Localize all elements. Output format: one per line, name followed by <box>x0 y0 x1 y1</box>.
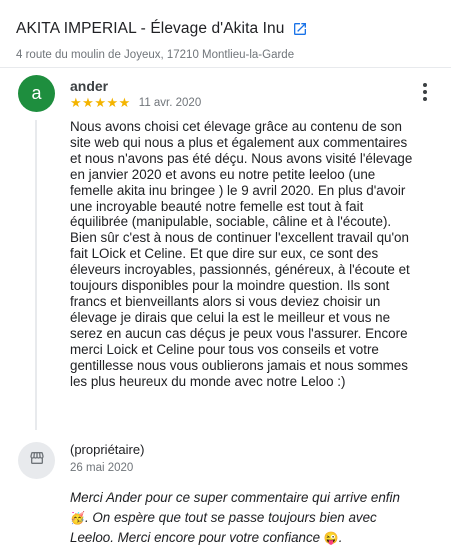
star-icon: ★ <box>70 95 82 110</box>
star-icon: ★ <box>82 95 94 110</box>
star-icon: ★ <box>118 95 131 110</box>
avatar-letter: a <box>31 83 42 103</box>
rating-row: ★ ★ ★ ★ ★ 11 avr. 2020 <box>70 96 201 109</box>
owner-reply-part1: Merci Ander pour ce super commentaire qu… <box>70 490 400 505</box>
business-title: AKITA IMPERIAL - Élevage d'Akita Inu <box>16 20 285 37</box>
owner-reply-text: Merci Ander pour ce super commentaire qu… <box>70 488 422 548</box>
star-icon: ★ <box>106 95 119 110</box>
party-face-emoji: 🥳 <box>70 511 85 525</box>
business-header: AKITA IMPERIAL - Élevage d'Akita Inu 4 r… <box>16 20 441 61</box>
review-date: 11 avr. 2020 <box>138 96 202 109</box>
external-link-icon[interactable] <box>292 21 308 37</box>
avatar[interactable]: a <box>18 75 55 112</box>
storefront-icon <box>29 450 45 471</box>
star-rating: ★ ★ ★ ★ ★ <box>70 96 131 109</box>
owner-label: (propriétaire) <box>70 442 145 457</box>
owner-avatar <box>18 442 55 479</box>
thread-line <box>35 120 37 430</box>
review-author[interactable]: ander <box>70 78 108 94</box>
more-options-icon[interactable] <box>418 81 432 103</box>
star-icon: ★ <box>94 95 106 110</box>
owner-reply-date: 26 mai 2020 <box>70 462 134 474</box>
business-address: 4 route du moulin de Joyeux, 17210 Montl… <box>16 49 295 61</box>
header-divider <box>0 67 451 68</box>
review-text: Nous avons choisi cet élevage grâce au c… <box>70 119 413 389</box>
owner-reply-part3: . <box>338 530 343 545</box>
winking-tongue-emoji: 😜 <box>323 531 339 545</box>
title-row: AKITA IMPERIAL - Élevage d'Akita Inu <box>16 20 441 38</box>
